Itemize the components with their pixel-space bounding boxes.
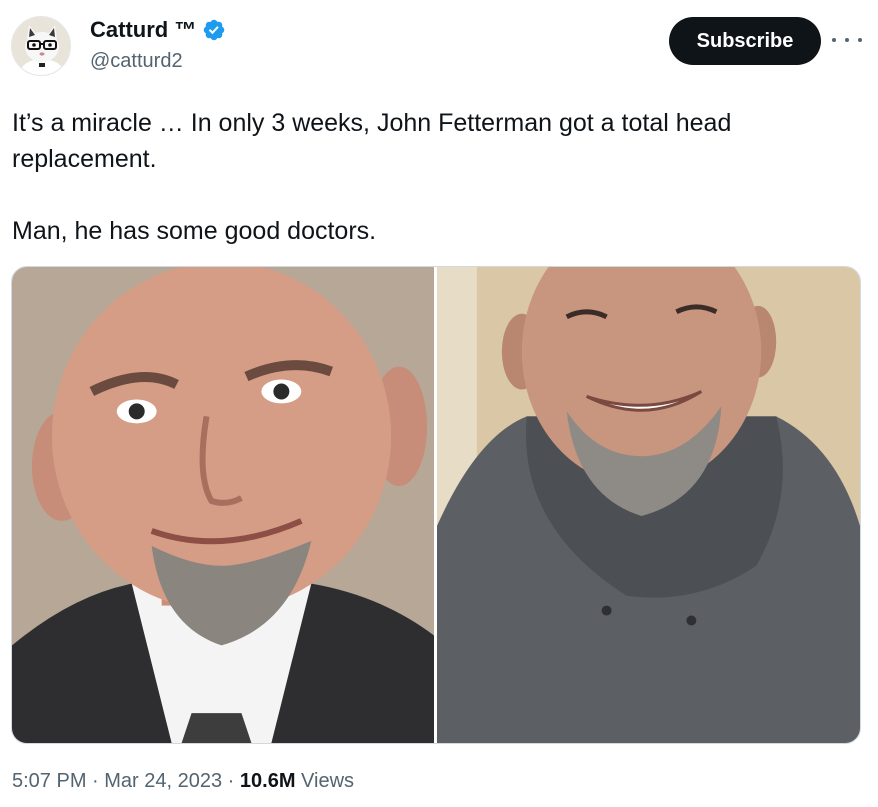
- photo-icon: [12, 267, 434, 743]
- verified-badge-icon[interactable]: [202, 18, 226, 42]
- tweet-photo-2[interactable]: [437, 267, 860, 743]
- tweet-date[interactable]: Mar 24, 2023: [104, 770, 222, 792]
- author-handle[interactable]: @catturd2: [90, 50, 183, 73]
- tweet-text: It’s a miracle … In only 3 weeks, John F…: [12, 105, 862, 249]
- meta-separator: ·: [86, 770, 105, 792]
- author-display-name[interactable]: Catturd ™: [90, 17, 196, 43]
- cat-avatar-image: [12, 17, 70, 75]
- photo-icon: [437, 267, 860, 743]
- tweet-meta: 5:07 PM · Mar 24, 2023 · 10.6M Views: [12, 770, 354, 793]
- views-count: 10.6M: [239, 770, 296, 792]
- subscribe-button[interactable]: Subscribe: [669, 17, 821, 65]
- tweet-media-grid: [11, 266, 861, 744]
- author-name-row[interactable]: Catturd ™: [90, 17, 226, 43]
- meta-separator: ·: [222, 770, 240, 792]
- avatar[interactable]: [11, 16, 71, 76]
- tweet-text-line: Man, he has some good doctors.: [12, 217, 377, 245]
- tweet-photo-1[interactable]: [12, 267, 434, 743]
- views-label: Views: [295, 770, 355, 792]
- more-horizontal-icon[interactable]: [832, 28, 862, 52]
- tweet-time[interactable]: 5:07 PM: [12, 770, 86, 792]
- tweet-text-line: It’s a miracle … In only 3 weeks, John F…: [12, 109, 732, 173]
